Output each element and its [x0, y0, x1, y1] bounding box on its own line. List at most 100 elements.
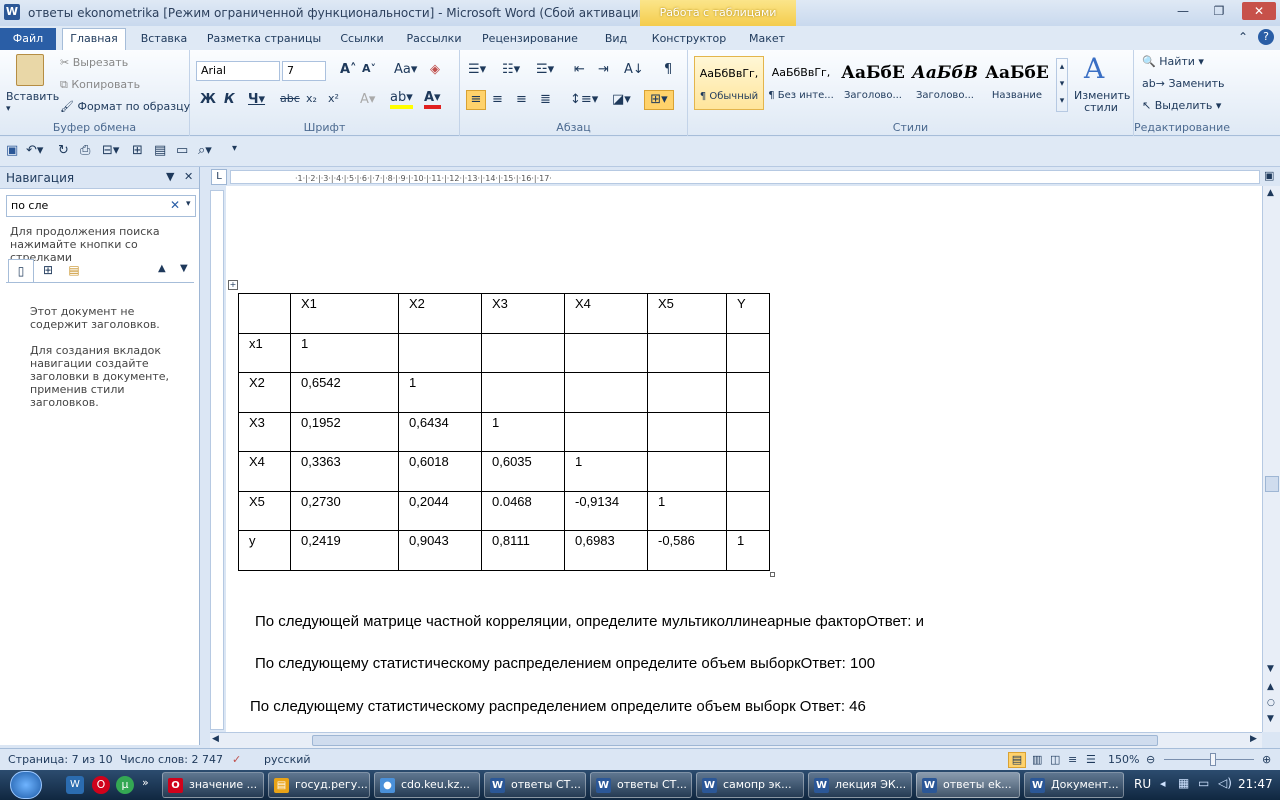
paragraph[interactable]: По следующему статистическому распределе…	[255, 655, 875, 672]
zoom-slider-thumb[interactable]	[1210, 753, 1216, 766]
table-cell[interactable]	[647, 451, 727, 492]
table-cell[interactable]: x1	[238, 332, 291, 373]
increase-indent-icon[interactable]: ⇥	[598, 62, 609, 77]
table-cell[interactable]: 0,3363	[290, 451, 399, 492]
find-button[interactable]: 🔍 Найти ▾	[1142, 55, 1204, 68]
select-button[interactable]: ↖ Выделить ▾	[1142, 99, 1221, 112]
tab-selector-icon[interactable]: L	[211, 169, 227, 185]
display-icon[interactable]: ▭	[1198, 776, 1209, 790]
nav-options-icon[interactable]: ▼	[166, 170, 174, 183]
font-size-box[interactable]: 7	[282, 61, 326, 81]
results-tab-icon[interactable]: ▤	[62, 259, 86, 283]
table-cell[interactable]	[726, 490, 770, 531]
style-normal[interactable]: АаБбВвГг, ¶ Обычный	[694, 56, 764, 110]
table-cell[interactable]: X4	[238, 451, 291, 492]
cut-button[interactable]: ✂ Вырезать	[60, 56, 128, 69]
font-color-icon[interactable]: A▾	[424, 90, 441, 109]
bullets-icon[interactable]: ☰▾	[468, 62, 486, 77]
tab-page-layout[interactable]: Разметка страницы	[204, 30, 324, 50]
change-case-icon[interactable]: Aa▾	[394, 62, 417, 77]
align-right-icon[interactable]: ≡	[516, 92, 527, 107]
strikethrough-icon[interactable]: abc	[280, 92, 300, 105]
close-button[interactable]: ✕	[1242, 2, 1276, 20]
shading-icon[interactable]: ◪▾	[612, 92, 631, 107]
numbering-icon[interactable]: ☷▾	[502, 62, 520, 77]
styles-scroll-icon[interactable]: ▴ ▾ ▾	[1056, 58, 1068, 112]
table-cell[interactable]	[726, 451, 770, 492]
zoom-level[interactable]: 150%	[1108, 749, 1139, 771]
table-cell[interactable]: X3	[238, 411, 291, 452]
prev-result-icon[interactable]: ▲	[158, 263, 166, 274]
draft-icon[interactable]: ☰	[1086, 749, 1096, 771]
table-cell[interactable]: -0,9134	[564, 490, 648, 531]
web-layout-icon[interactable]: ◫	[1050, 749, 1060, 771]
word-logo-icon[interactable]: W	[4, 4, 20, 20]
table-cell[interactable]	[726, 332, 770, 373]
taskbar-item[interactable]: Wответы СТ...	[590, 772, 692, 798]
table-cell[interactable]	[647, 372, 727, 413]
pilcrow-icon[interactable]: ¶	[664, 62, 672, 77]
tab-review[interactable]: Рецензирование	[478, 30, 582, 50]
table-move-handle-icon[interactable]: +	[228, 280, 238, 290]
table-cell[interactable]	[398, 332, 482, 373]
scroll-thumb[interactable]	[1265, 476, 1279, 492]
paragraph[interactable]: По следующей матрице частной корреляции,…	[255, 613, 924, 630]
table-cell[interactable]: 0,1952	[290, 411, 399, 452]
table-cell[interactable]	[647, 332, 727, 373]
zoom-in-icon[interactable]: ⊕	[1262, 749, 1271, 771]
format-painter-button[interactable]: 🖌 Формат по образцу	[60, 100, 190, 113]
table-cell[interactable]: X5	[238, 490, 291, 531]
tab-file[interactable]: Файл	[0, 28, 56, 50]
borders-icon[interactable]: ⊞▾	[644, 90, 674, 110]
grow-font-icon[interactable]: A˄	[340, 62, 357, 77]
table-cell[interactable]	[564, 332, 648, 373]
correlation-table[interactable]: X1 X2 X3 X4 X5 Y x1 1 X2 0,6542 1 X3 0,1952 0…	[238, 293, 770, 571]
table-cell[interactable]: X1	[290, 293, 399, 334]
clear-format-icon[interactable]: ◈	[430, 62, 440, 77]
headings-tab-icon[interactable]: ▯	[8, 259, 34, 283]
tab-mailings[interactable]: Рассылки	[400, 30, 468, 50]
table-cell[interactable]: 0,2419	[290, 530, 399, 571]
table-cell[interactable]: Y	[726, 293, 770, 334]
help-icon[interactable]: ?	[1258, 29, 1274, 45]
taskbar-item[interactable]: W Документ...	[1024, 772, 1124, 798]
scroll-left-icon[interactable]: ◀	[212, 734, 219, 744]
table-cell[interactable]: 1	[398, 372, 482, 413]
table-cell[interactable]: X5	[647, 293, 727, 334]
customize-qat-icon[interactable]: ▾	[232, 143, 237, 154]
paste-dropdown-icon[interactable]: ▾	[6, 104, 11, 114]
taskbar-item[interactable]: ▤ госуд.регу...	[268, 772, 370, 798]
table-cell[interactable]: 0,9043	[398, 530, 482, 571]
prev-page-icon[interactable]: ▲	[1267, 682, 1274, 692]
start-button[interactable]	[10, 771, 42, 799]
quicklaunch-utorrent-icon[interactable]: µ	[116, 776, 134, 794]
taskbar-item[interactable]: Wлекция ЭК...	[808, 772, 912, 798]
line-spacing-icon[interactable]: ↕≡▾	[570, 92, 598, 107]
paragraph[interactable]: По следующему статистическому распределе…	[250, 698, 866, 715]
volume-icon[interactable]: ◁)	[1218, 776, 1232, 790]
decrease-indent-icon[interactable]: ⇤	[574, 62, 585, 77]
table-cell[interactable]: 0,6018	[398, 451, 482, 492]
table-cell[interactable]: 1	[647, 490, 727, 531]
outline-icon[interactable]: ≡	[1068, 749, 1077, 771]
vertical-ruler[interactable]	[210, 190, 224, 730]
table-cell[interactable]: 0,8111	[481, 530, 565, 571]
table-cell[interactable]	[238, 293, 291, 334]
table-cell[interactable]: 0,6542	[290, 372, 399, 413]
table-cell[interactable]: 0,2044	[398, 490, 482, 531]
table-cell[interactable]: y	[238, 530, 291, 571]
align-left-icon[interactable]: ≡	[466, 90, 486, 110]
zoom-icon[interactable]: ⌕▾	[198, 143, 212, 158]
horizontal-ruler[interactable]: ·1·|·2·|·3·|·4·|·5·|·6·|·7·|·8·|·9·|·10·…	[230, 170, 1260, 184]
quicklaunch-word-icon[interactable]: W	[66, 776, 84, 794]
table-cell[interactable]: 0.0468	[481, 490, 565, 531]
view-ruler-icon[interactable]: ▣	[1264, 169, 1274, 182]
table-cell[interactable]	[647, 411, 727, 452]
table-cell[interactable]	[726, 372, 770, 413]
style-heading-2[interactable]: АаБбВ Заголово...	[910, 56, 980, 110]
table-icon[interactable]: ⊟▾	[102, 143, 119, 158]
minimize-ribbon-icon[interactable]: ⌃	[1238, 30, 1248, 44]
replace-button[interactable]: ab→ Заменить	[1142, 77, 1225, 90]
print-layout-icon[interactable]: ▤	[1008, 752, 1026, 768]
table-cell[interactable]	[564, 411, 648, 452]
